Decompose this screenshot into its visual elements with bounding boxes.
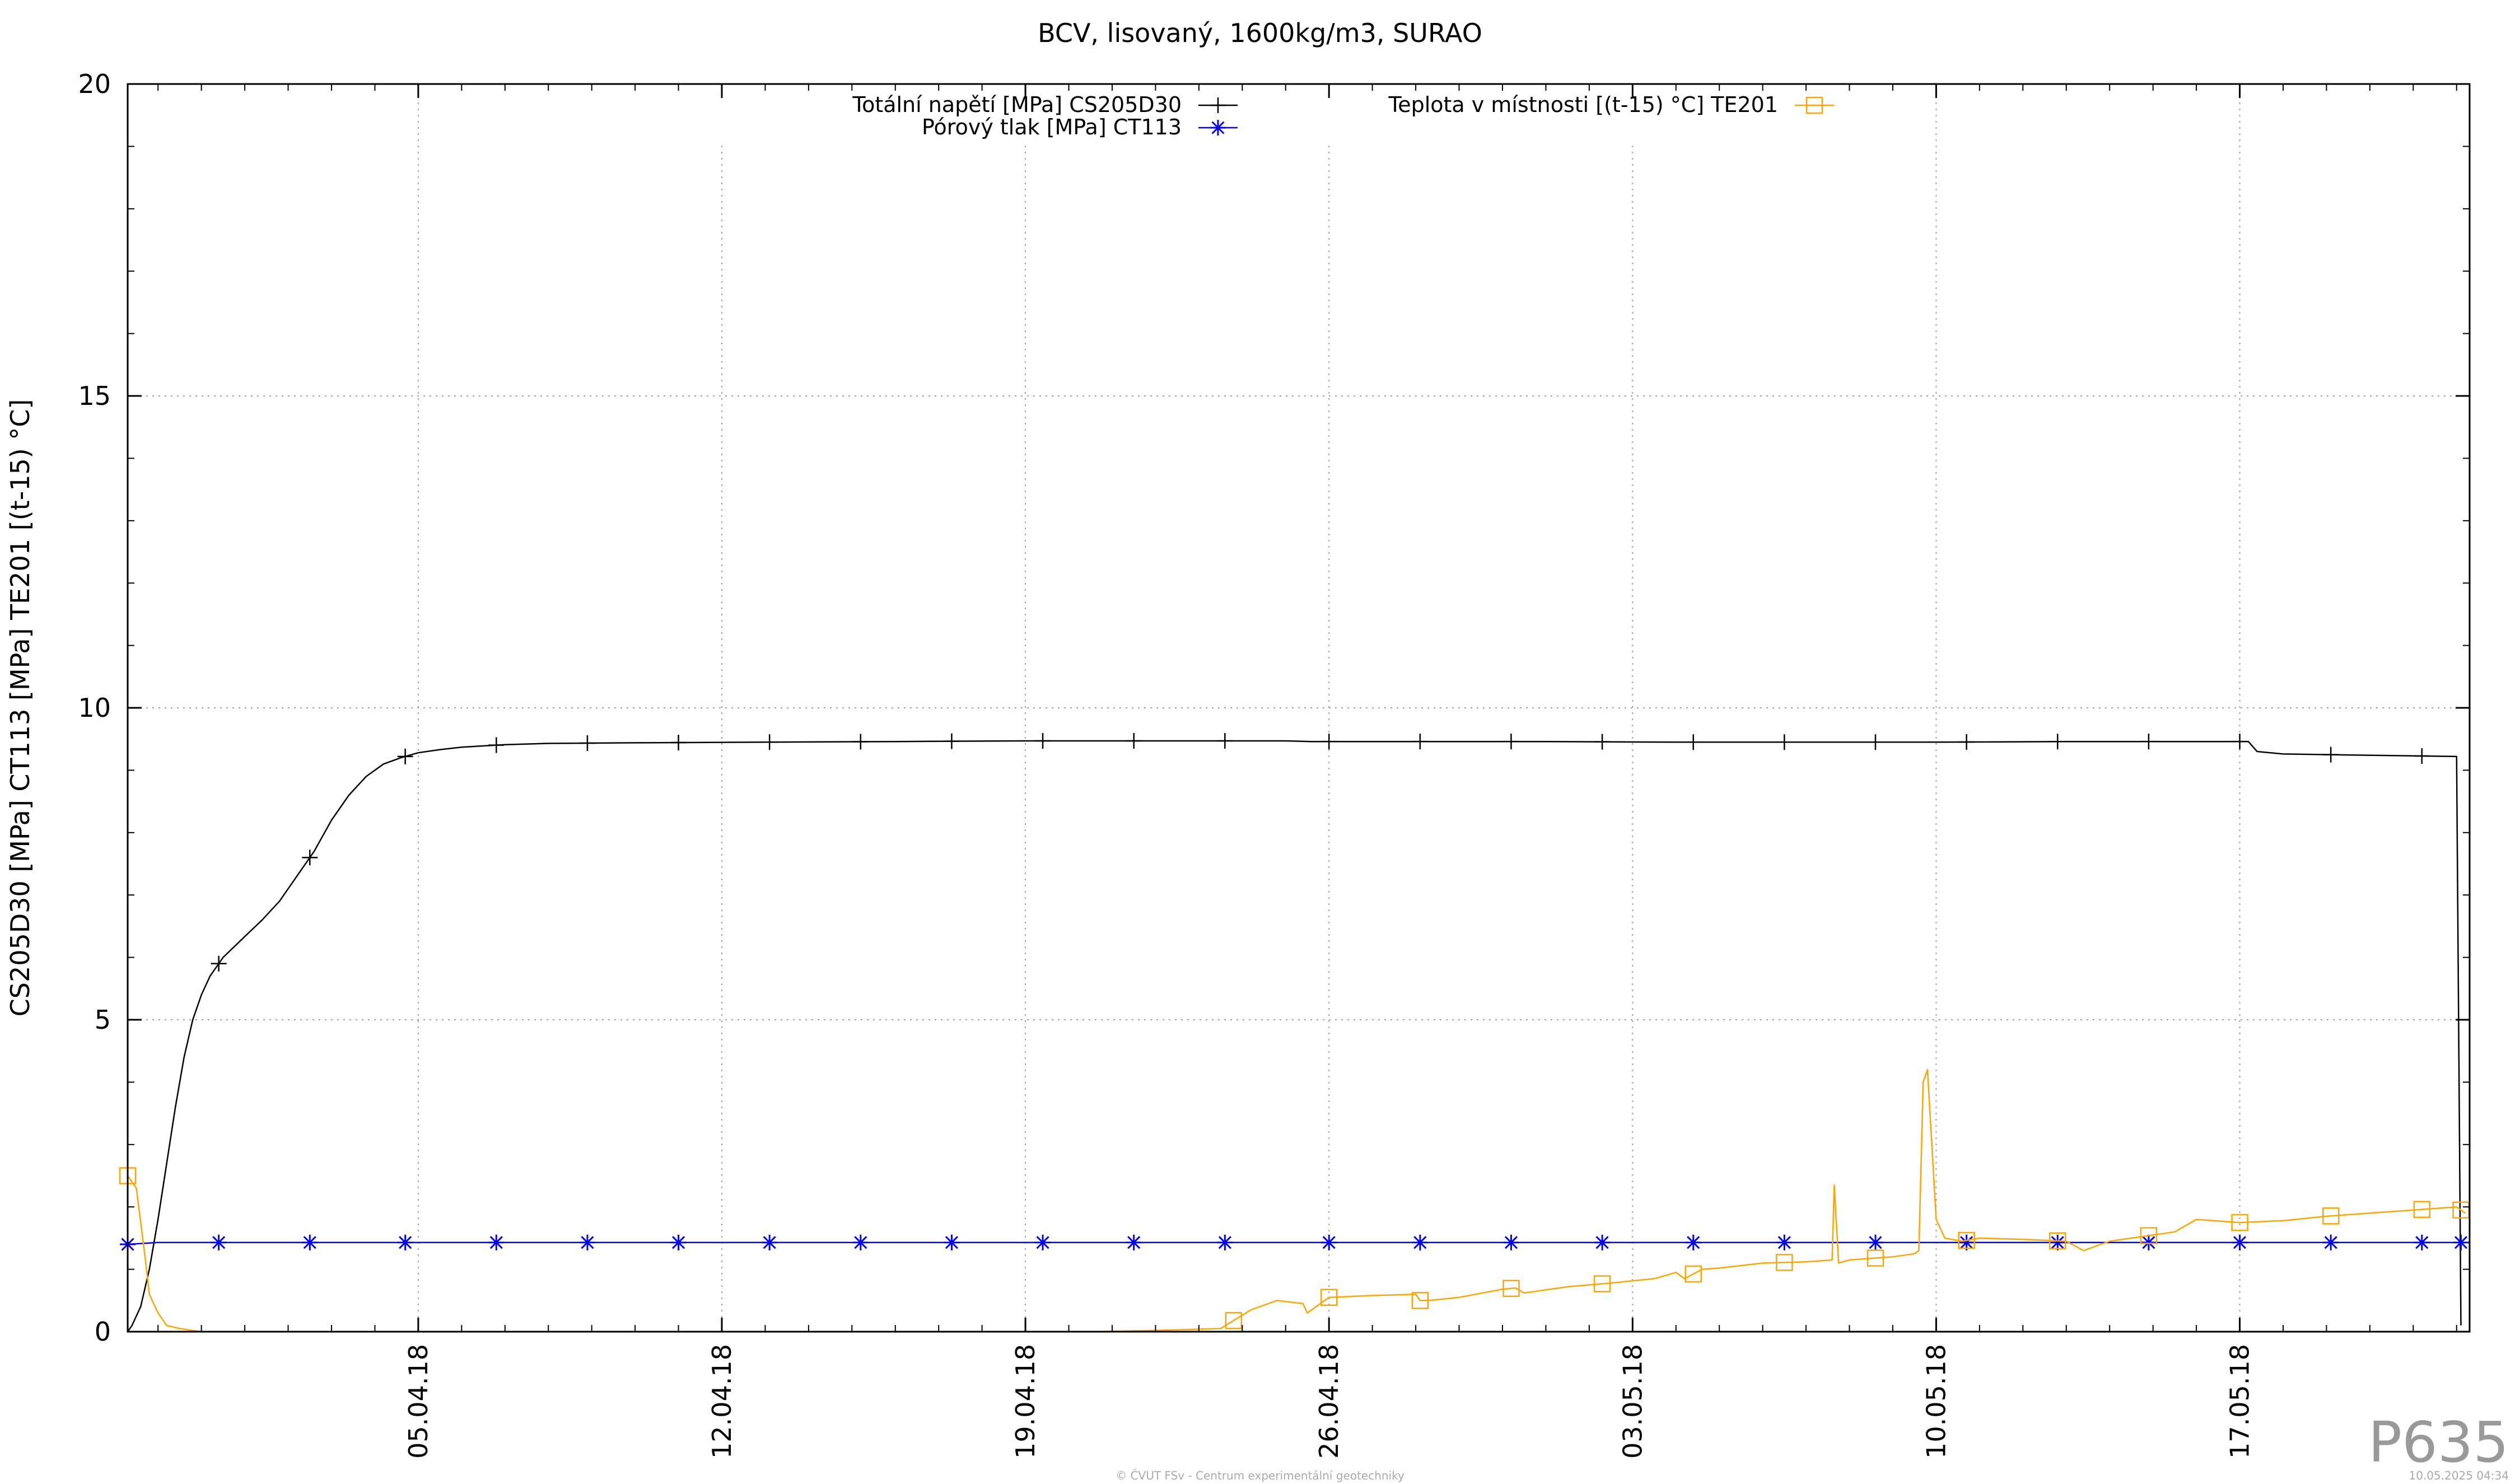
x-tick-label: 19.04.18 (1010, 1344, 1040, 1459)
legend-label-2: Teplota v místnosti [(t-15) °C] TE201 (1388, 92, 1778, 117)
series-0-marker (1685, 734, 1701, 750)
series-1-marker (1868, 1234, 1884, 1250)
series-0-marker (488, 737, 505, 753)
y-axis-label: CS205D30 [MPa] CT113 [MPa] TE201 [(t-15)… (5, 399, 35, 1017)
series-1-marker (852, 1234, 869, 1250)
series-1-marker (2323, 1234, 2339, 1250)
chart: BCV, lisovaný, 1600kg/m3, SURAO 0 5 10 15 20… (5, 18, 2509, 1482)
x-tick-label: 26.04.18 (1314, 1344, 1344, 1459)
y-tick-label: 20 (78, 69, 111, 99)
series-0-marker (852, 734, 869, 750)
footer-timestamp: 10.05.2025 04:34 (2409, 1469, 2509, 1482)
series-0-marker (2323, 746, 2339, 763)
y-tick-label: 0 (95, 1317, 111, 1347)
series-line-2 (127, 1068, 2466, 1333)
series-1-marker (1776, 1234, 1793, 1250)
x-tick-label: 17.05.18 (2225, 1344, 2255, 1459)
series-1-marker (1685, 1234, 1701, 1250)
series-1-marker (1035, 1234, 1051, 1250)
series-0-marker (762, 734, 778, 750)
series-0-marker (1503, 734, 1519, 750)
chart-title: BCV, lisovaný, 1600kg/m3, SURAO (1038, 18, 1482, 48)
series-0-marker (2414, 748, 2430, 764)
footer-copyright: © ČVUT FSv - Centrum experimentální geot… (1116, 1469, 1404, 1482)
x-tick-label: 03.05.18 (1617, 1344, 1648, 1459)
series-0-marker (1035, 733, 1051, 749)
series-0-marker (1412, 734, 1428, 750)
series-1-marker (1594, 1234, 1611, 1250)
plot-id: P635 (2368, 1410, 2509, 1475)
series-1-marker (211, 1234, 227, 1250)
series-1 (120, 1234, 2469, 1253)
series-0-marker (1868, 734, 1884, 750)
series-1-marker (488, 1234, 505, 1250)
series-1-marker (1503, 1234, 1519, 1250)
grid (128, 84, 2470, 1332)
x-tick-label: 12.04.18 (707, 1344, 737, 1459)
series-0-marker (1321, 734, 1337, 750)
series-1-marker (2453, 1234, 2469, 1250)
series-1-marker (1126, 1234, 1142, 1250)
series-2 (119, 1068, 2470, 1333)
legend: Totální napětí [MPa] CS205D30Pórový tlak… (852, 92, 1834, 139)
series-1-marker (944, 1234, 960, 1250)
series-1-marker (762, 1234, 778, 1250)
axis-ticks: 0 5 10 15 20 05.04.18 12.04.18 19.04.18 26.04.18… (78, 69, 2470, 1459)
legend-marker-0 (1210, 97, 1226, 113)
legend-label-1: Pórový tlak [MPa] CT113 (922, 115, 1182, 139)
x-tick-label: 05.04.18 (403, 1344, 433, 1459)
series-1-marker (1217, 1234, 1233, 1250)
series-0-marker (579, 735, 595, 751)
y-axis-label-group: CS205D30 [MPa] CT113 [MPa] TE201 [(t-15)… (5, 399, 35, 1017)
series-0-marker (944, 733, 960, 749)
series-1-marker (302, 1234, 318, 1250)
legend-label-0: Totální napětí [MPa] CS205D30 (852, 92, 1182, 117)
series-0-marker (2140, 734, 2157, 750)
y-tick-label: 5 (95, 1005, 111, 1035)
series-0-marker (1126, 733, 1142, 749)
series-layer (119, 733, 2470, 1333)
series-0-marker (1776, 734, 1793, 750)
series-0-marker (1594, 734, 1611, 750)
series-0-marker (670, 735, 687, 751)
series-0-marker (397, 748, 413, 764)
series-1-marker (2050, 1234, 2066, 1250)
series-1-marker (397, 1234, 413, 1250)
series-1-marker (579, 1234, 595, 1250)
series-0-marker (1217, 733, 1233, 749)
series-1-marker (1321, 1234, 1337, 1250)
y-tick-label: 10 (78, 693, 111, 723)
series-1-marker (670, 1234, 687, 1250)
series-0-marker (211, 955, 227, 972)
series-1-marker (1412, 1234, 1428, 1250)
series-0-marker (2232, 734, 2248, 750)
x-tick-label: 10.05.18 (1921, 1344, 1951, 1459)
series-0-marker (302, 850, 318, 866)
series-line-1 (127, 1242, 2461, 1245)
series-0-marker (2050, 734, 2066, 750)
legend-marker-1 (1210, 120, 1226, 136)
series-1-marker (2232, 1234, 2248, 1250)
series-0-marker (1958, 734, 1975, 750)
y-tick-label: 15 (78, 381, 111, 411)
series-1-marker (2414, 1234, 2430, 1250)
